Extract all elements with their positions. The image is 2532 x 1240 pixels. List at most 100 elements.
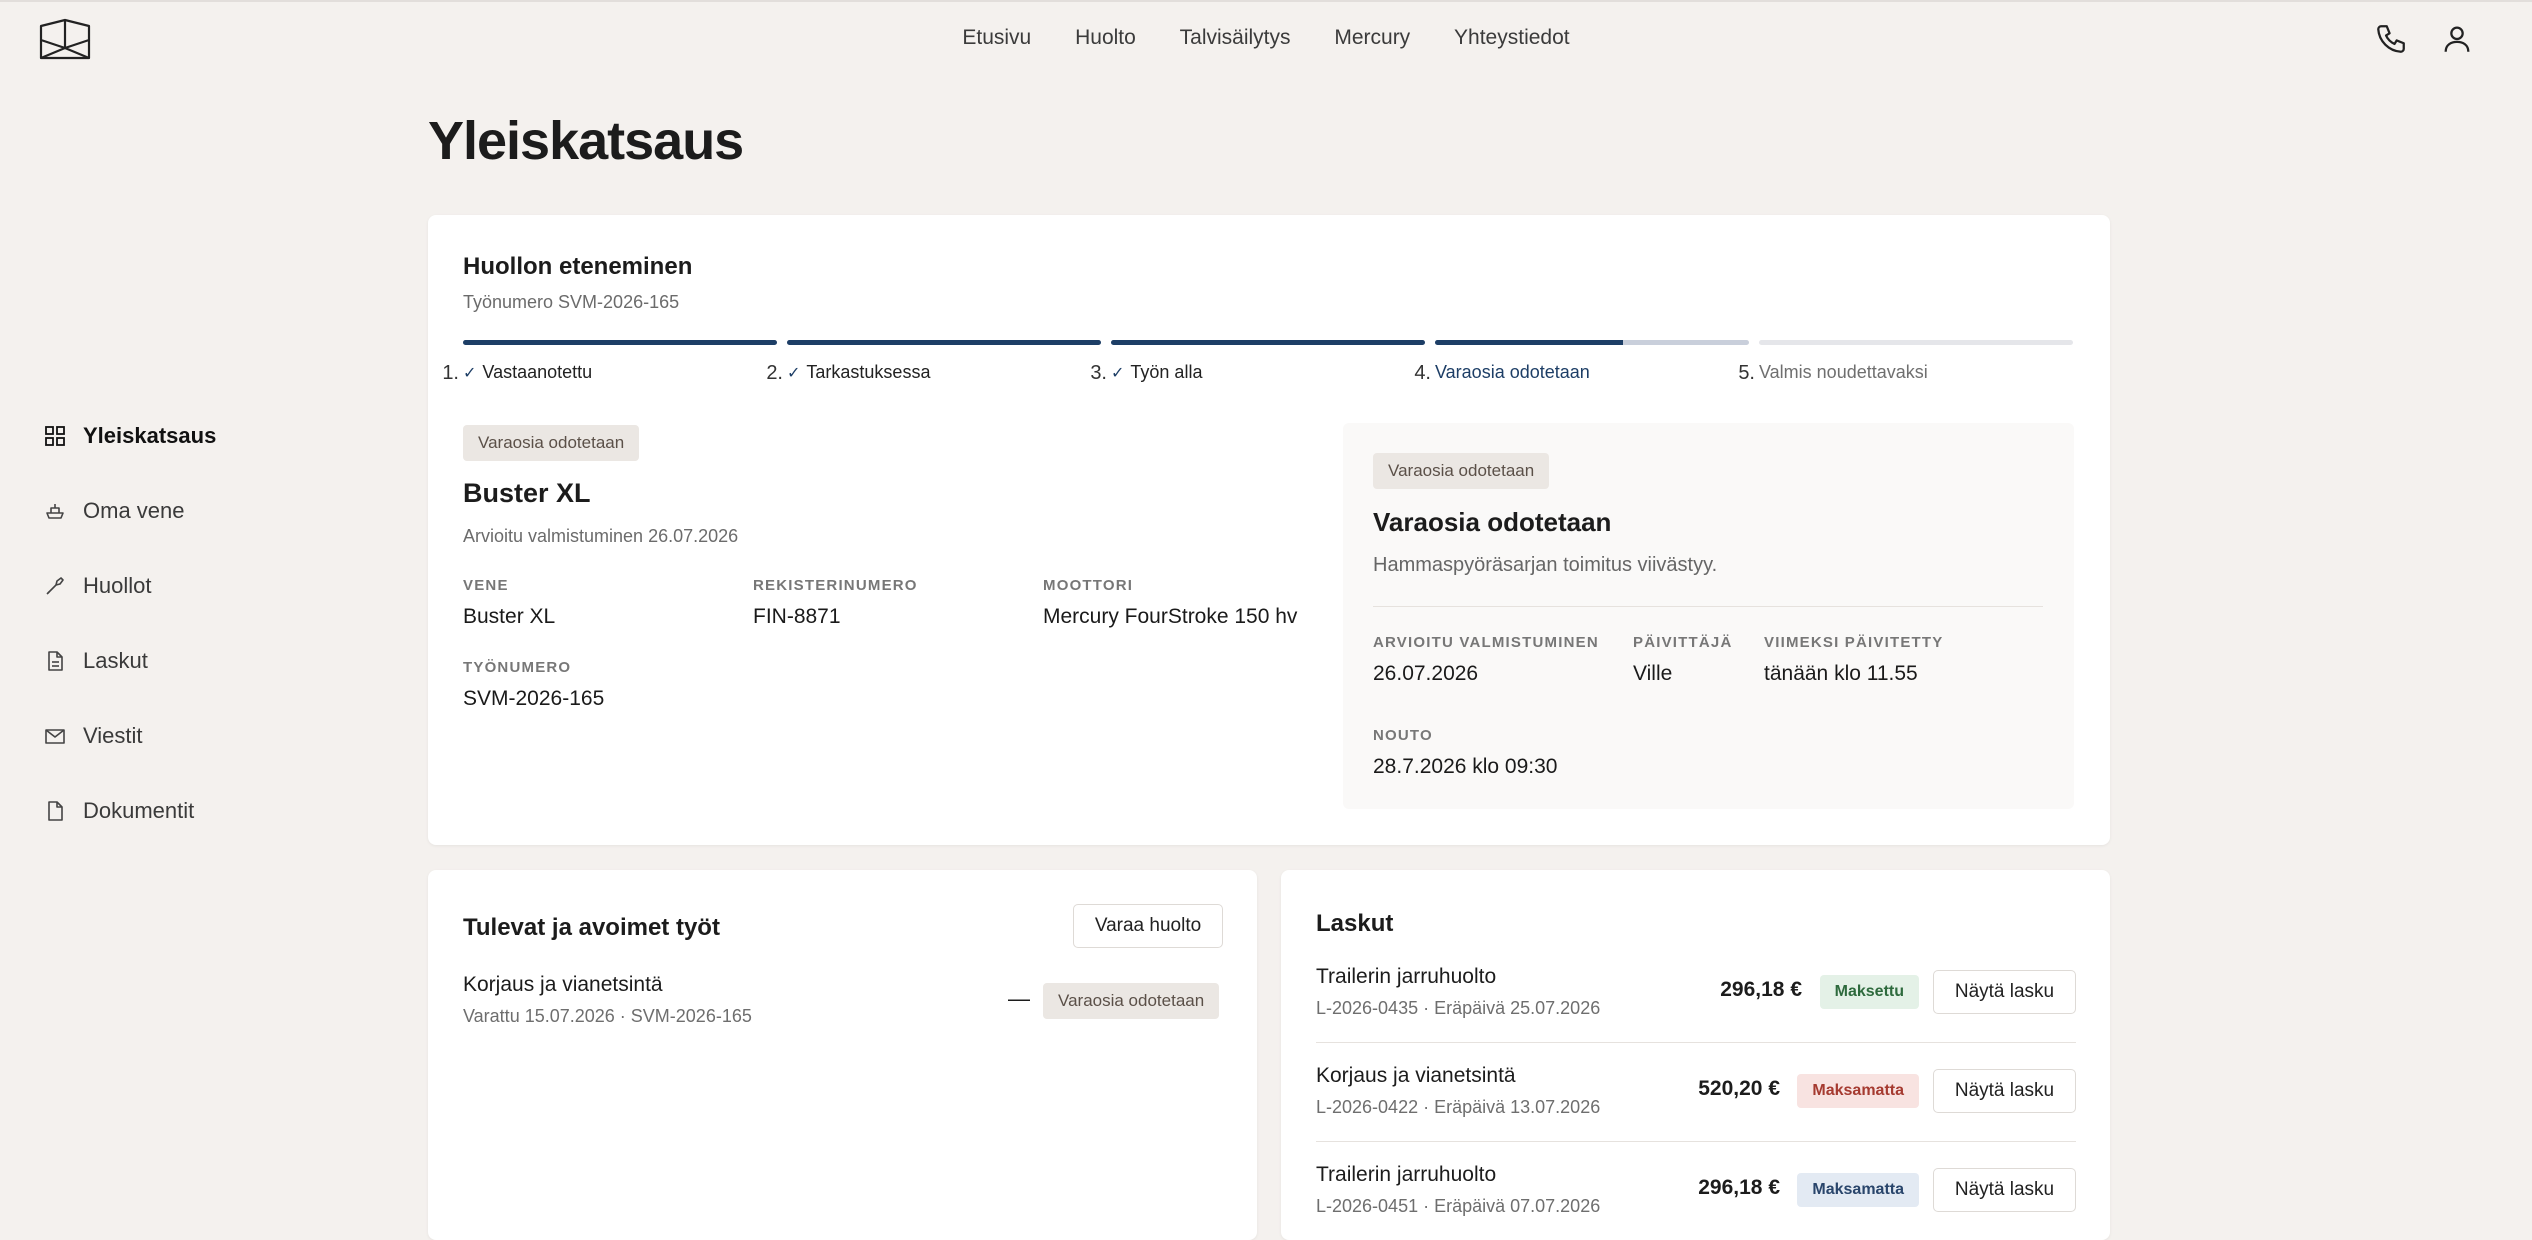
nav-talvisailytys[interactable]: Talvisäilytys [1180,26,1291,49]
invoices-card: Laskut Trailerin jarruhuolto L-2026-0435… [1281,870,2110,1240]
step-1: 1. ✓ Vastaanotettu [442,340,777,384]
sidebar-item-viestit[interactable]: Viestit [44,698,216,773]
nav-yhteystiedot[interactable]: Yhteystiedot [1454,26,1570,49]
progress-job-number: Työnumero SVM-2026-165 [463,292,680,312]
step-bar [1759,340,2073,345]
boat-estimate: Arvioitu valmistuminen 26.07.2026 [463,526,739,546]
job-value: SVM-2026-165 [463,687,605,710]
job-status-badge: Varaosia odotetaan [1043,983,1220,1019]
est-value: 26.07.2026 [1373,662,1479,685]
sidebar-item-label: Yleiskatsaus [83,422,217,448]
step-3: 3. ✓ Työn alla [1090,340,1425,384]
vene-value: Buster XL [463,605,556,628]
step-label: 5. Valmis noudettavaksi [1738,362,1928,384]
sidebar-item-label: Laskut [83,647,148,673]
step-label: 2. ✓ Tarkastuksessa [766,362,931,384]
est-label: ARVIOITU VALMISTUMINEN [1373,634,1599,651]
phone-icon[interactable] [2374,22,2408,56]
step-bar [1435,340,1749,345]
sidebar: Yleiskatsaus Oma vene Huollot Laskut Vie… [44,398,216,848]
document-icon [48,800,63,821]
reg-label: REKISTERINUMERO [753,577,918,594]
status-panel: Varaosia odotetaan Varaosia odotetaan Ha… [1343,423,2074,809]
updated-value: tänään klo 11.55 [1764,662,1918,685]
job-label: TYÖNUMERO [463,659,572,676]
sidebar-item-label: Huollot [83,572,152,598]
view-invoice-button[interactable]: Näytä lasku [1933,970,2076,1014]
check-icon: ✓ [463,365,477,382]
vene-label: VENE [463,577,509,594]
service-progress-card: Huollon eteneminen Työnumero SVM-2026-16… [428,215,2110,845]
invoice-title: Trailerin jarruhuolto [1316,1163,1497,1186]
engine-label: MOOTTORI [1043,577,1134,594]
sidebar-item-laskut[interactable]: Laskut [44,623,216,698]
nav-mercury[interactable]: Mercury [1334,26,1410,49]
invoice-amount: 520,20 € [1698,1077,1780,1100]
divider [1316,1042,2076,1043]
step-2: 2. ✓ Tarkastuksessa [766,340,1101,384]
pickup-value: 28.7.2026 klo 09:30 [1373,755,1558,778]
invoice-title: Trailerin jarruhuolto [1316,965,1497,988]
view-invoice-button[interactable]: Näytä lasku [1933,1069,2076,1113]
job-item-amount: — [1008,986,1030,1011]
updater-label: PÄIVITTÄJÄ [1633,634,1733,651]
status-badge: Varaosia odotetaan [463,425,640,461]
status-title: Varaosia odotetaan [1373,507,1612,537]
sidebar-item-dokumentit[interactable]: Dokumentit [44,773,216,848]
top-bar: Etusivu Huolto Talvisäilytys Mercury Yht… [0,0,2532,74]
updated-label: VIIMEKSI PÄIVITETTY [1764,634,1944,651]
invoice-title: Korjaus ja vianetsintä [1316,1064,1516,1087]
job-item-title: Korjaus ja vianetsintä [463,973,663,996]
progress-title: Huollon eteneminen [463,253,693,280]
book-service-button[interactable]: Varaa huolto [1073,904,1223,948]
invoice-status-badge: Maksamatta [1797,1173,1919,1207]
page-title: Yleiskatsaus [428,111,744,171]
status-description: Hammaspyöräsarjan toimitus viivästyy. [1373,554,1718,576]
step-4: 4. Varaosia odotetaan [1414,340,1749,384]
status-badge: Varaosia odotetaan [1373,453,1550,489]
mail-icon [45,728,65,744]
invoice-status-badge: Maksamatta [1797,1074,1919,1108]
sidebar-item-label: Oma vene [83,497,185,523]
sidebar-item-yleiskatsaus[interactable]: Yleiskatsaus [44,398,216,473]
sidebar-item-oma-vene[interactable]: Oma vene [44,473,216,548]
step-label: 1. ✓ Vastaanotettu [442,362,593,384]
grid-icon [45,425,65,446]
jobs-title: Tulevat ja avoimet työt [463,914,720,941]
invoice-meta: L-2026-0435 · Eräpäivä 25.07.2026 [1316,998,1601,1018]
invoice-icon [48,650,63,671]
main-nav: Etusivu Huolto Talvisäilytys Mercury Yht… [0,26,2532,50]
nav-etusivu[interactable]: Etusivu [962,26,1031,49]
step-bar [1111,340,1425,345]
sidebar-item-label: Viestit [83,722,143,748]
step-5: 5. Valmis noudettavaksi [1738,340,2073,384]
invoice-amount: 296,18 € [1720,978,1802,1001]
pickup-label: NOUTO [1373,727,1433,744]
step-bar [463,340,777,345]
upcoming-jobs-card: Tulevat ja avoimet työt Varaa huolto Kor… [428,870,1257,1240]
invoice-meta: L-2026-0422 · Eräpäivä 13.07.2026 [1316,1097,1601,1117]
reg-value: FIN-8871 [753,605,841,628]
invoice-amount: 296,18 € [1698,1176,1780,1199]
step-label: 3. ✓ Työn alla [1090,362,1203,384]
boat-icon [46,503,64,519]
check-icon: ✓ [1111,365,1125,382]
wrench-icon [46,576,64,595]
sidebar-item-label: Dokumentit [83,797,195,823]
job-item-meta: Varattu 15.07.2026 · SVM-2026-165 [463,1006,752,1026]
invoices-title: Laskut [1316,910,1394,937]
sidebar-item-huollot[interactable]: Huollot [44,548,216,623]
user-icon[interactable] [2440,22,2474,56]
invoice-status-badge: Maksettu [1819,975,1919,1009]
updater-value: Ville [1633,662,1673,685]
step-label: 4. Varaosia odotetaan [1414,362,1590,384]
engine-value: Mercury FourStroke 150 hv [1043,605,1298,628]
check-icon: ✓ [787,365,801,382]
view-invoice-button[interactable]: Näytä lasku [1933,1168,2076,1212]
step-bar [787,340,1101,345]
invoice-meta: L-2026-0451 · Eräpäivä 07.07.2026 [1316,1196,1601,1216]
boat-name: Buster XL [463,478,591,508]
nav-huolto[interactable]: Huolto [1075,26,1136,49]
divider [1316,1141,2076,1142]
divider [1373,606,2043,607]
